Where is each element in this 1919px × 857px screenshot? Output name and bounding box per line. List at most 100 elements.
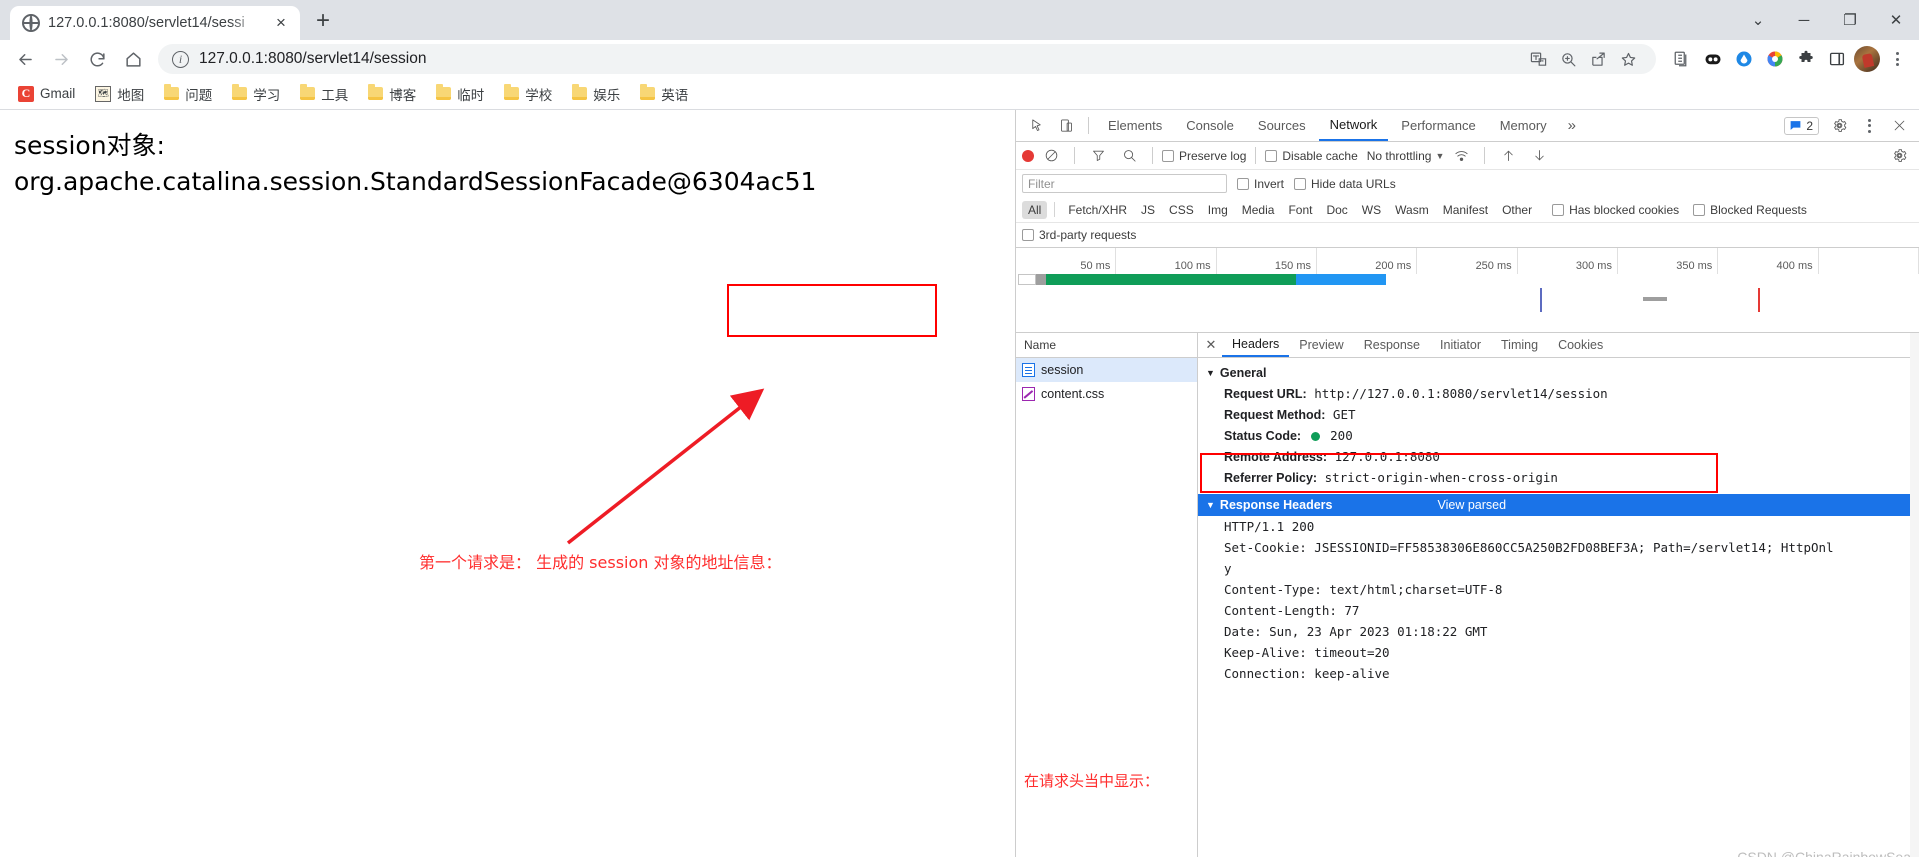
third-party-requests-checkbox[interactable]: 3rd-party requests [1022,228,1136,242]
type-filter-font[interactable]: Font [1282,201,1318,219]
type-filter-all[interactable]: All [1022,200,1048,219]
type-filter-manifest[interactable]: Manifest [1437,201,1494,219]
tab-search-icon[interactable]: ⌄ [1735,0,1781,40]
filter-icon[interactable] [1084,143,1112,169]
address-bar[interactable]: i 127.0.0.1:8080/servlet14/session [158,44,1656,74]
invert-checkbox[interactable]: Invert [1237,177,1284,191]
color-wheel-icon[interactable] [1761,45,1789,73]
zoom-icon[interactable] [1554,45,1582,73]
bookmark-folder-5[interactable]: 博客 [360,81,424,107]
hide-data-urls-checkbox[interactable]: Hide data URLs [1294,177,1396,191]
detail-tab-initiator[interactable]: Initiator [1430,333,1491,357]
tab-console[interactable]: Console [1175,110,1245,141]
divider [1152,147,1153,164]
network-conditions-icon[interactable] [1447,143,1475,169]
tab-memory[interactable]: Memory [1489,110,1558,141]
network-overview[interactable]: 50 ms 100 ms 150 ms 200 ms 250 ms 300 ms… [1016,248,1919,333]
search-icon[interactable] [1115,143,1143,169]
type-filter-doc[interactable]: Doc [1320,201,1353,219]
browser-tab[interactable]: 127.0.0.1:8080/servlet14/sessi × [10,6,300,40]
tab-network[interactable]: Network [1318,110,1389,141]
home-icon[interactable] [116,42,150,76]
response-headers-section-header[interactable]: ▼ Response Headers View parsed [1198,494,1919,516]
general-row-status-code: Status Code: 200 [1198,425,1919,446]
type-filter-media[interactable]: Media [1236,201,1281,219]
detail-tab-preview[interactable]: Preview [1289,333,1353,357]
disable-cache-checkbox[interactable]: Disable cache [1265,149,1358,163]
bookmark-gmail[interactable]: C Gmail [10,83,83,105]
header-value: strict-origin-when-cross-origin [1324,470,1558,485]
has-blocked-cookies-checkbox[interactable]: Has blocked cookies [1552,203,1679,217]
general-section-header[interactable]: ▼ General [1198,363,1919,383]
timeline-tick: 50 ms [1016,248,1117,274]
throttling-dropdown[interactable]: No throttling ▼ [1367,149,1445,163]
drop-icon[interactable] [1730,45,1758,73]
puzzle-icon[interactable] [1792,45,1820,73]
resource-type-filters: All Fetch/XHR JS CSS Img Media Font Doc … [1016,197,1919,223]
copy-icon[interactable] [1668,45,1696,73]
forward-icon[interactable] [44,42,78,76]
detail-close-icon[interactable]: ✕ [1200,333,1222,357]
bookmark-folder-7[interactable]: 学校 [496,81,560,107]
eyes-icon[interactable] [1699,45,1727,73]
header-value: GET [1332,407,1356,422]
general-row-remote-address: Remote Address: 127.0.0.1:8080 [1198,446,1919,467]
close-icon[interactable]: × [270,12,292,34]
more-tabs-icon[interactable]: » [1560,117,1584,134]
devtools-kebab-menu-icon[interactable] [1855,111,1883,141]
request-row-content-css[interactable]: content.css [1016,382,1197,406]
back-icon[interactable] [8,42,42,76]
window-close-button[interactable]: ✕ [1873,0,1919,40]
type-filter-wasm[interactable]: Wasm [1389,201,1435,219]
type-filter-ws[interactable]: WS [1356,201,1387,219]
detail-tab-headers[interactable]: Headers [1222,333,1290,357]
bookmark-folder-8[interactable]: 娱乐 [564,81,628,107]
share-icon[interactable] [1584,45,1612,73]
bookmark-star-icon[interactable] [1614,45,1642,73]
gear-icon[interactable] [1825,113,1853,139]
page-info-icon[interactable]: i [172,50,189,68]
scrollbar[interactable] [1910,333,1919,857]
bookmark-folder-3[interactable]: 学习 [224,81,288,107]
type-filter-css[interactable]: CSS [1163,201,1200,219]
kebab-menu-icon[interactable] [1883,44,1911,74]
bookmark-maps[interactable]: 🗺 地图 [87,81,152,107]
devtools-close-icon[interactable] [1885,113,1913,139]
type-filter-img[interactable]: Img [1202,201,1234,219]
tab-elements[interactable]: Elements [1097,110,1173,141]
bookmark-folder-2[interactable]: 问题 [156,81,220,107]
avatar[interactable] [1854,46,1880,72]
new-tab-button[interactable]: + [306,4,340,38]
maximize-button[interactable]: ❐ [1827,0,1873,40]
record-icon[interactable] [1022,149,1034,162]
tab-performance[interactable]: Performance [1390,110,1486,141]
preserve-log-checkbox[interactable]: Preserve log [1162,149,1246,163]
console-messages-badge[interactable]: 2 [1784,116,1819,135]
network-settings-gear-icon[interactable] [1885,143,1913,169]
export-har-icon[interactable] [1525,143,1553,169]
translate-icon[interactable] [1524,45,1552,73]
headers-scroll-area[interactable]: ▼ General Request URL: http://127.0.0.1:… [1198,358,1919,857]
blocked-requests-checkbox[interactable]: Blocked Requests [1693,203,1807,217]
import-har-icon[interactable] [1494,143,1522,169]
reload-icon[interactable] [80,42,114,76]
overview-bar [1018,274,1386,285]
sidepanel-icon[interactable] [1823,45,1851,73]
tab-sources[interactable]: Sources [1247,110,1317,141]
minimize-button[interactable]: ─ [1781,0,1827,40]
detail-tab-cookies[interactable]: Cookies [1548,333,1613,357]
type-filter-other[interactable]: Other [1496,201,1538,219]
detail-tab-response[interactable]: Response [1354,333,1430,357]
device-toolbar-icon[interactable] [1052,113,1080,139]
filter-input[interactable]: Filter [1022,174,1227,193]
inspect-icon[interactable] [1022,113,1050,139]
view-parsed-link[interactable]: View parsed [1437,498,1506,512]
bookmark-folder-6[interactable]: 临时 [428,81,492,107]
bookmark-folder-9[interactable]: 英语 [632,81,696,107]
request-row-session[interactable]: session [1016,358,1197,382]
type-filter-js[interactable]: JS [1135,201,1161,219]
detail-tab-timing[interactable]: Timing [1491,333,1548,357]
clear-icon[interactable] [1037,143,1065,169]
bookmark-folder-4[interactable]: 工具 [292,81,356,107]
type-filter-fetch-xhr[interactable]: Fetch/XHR [1062,201,1133,219]
